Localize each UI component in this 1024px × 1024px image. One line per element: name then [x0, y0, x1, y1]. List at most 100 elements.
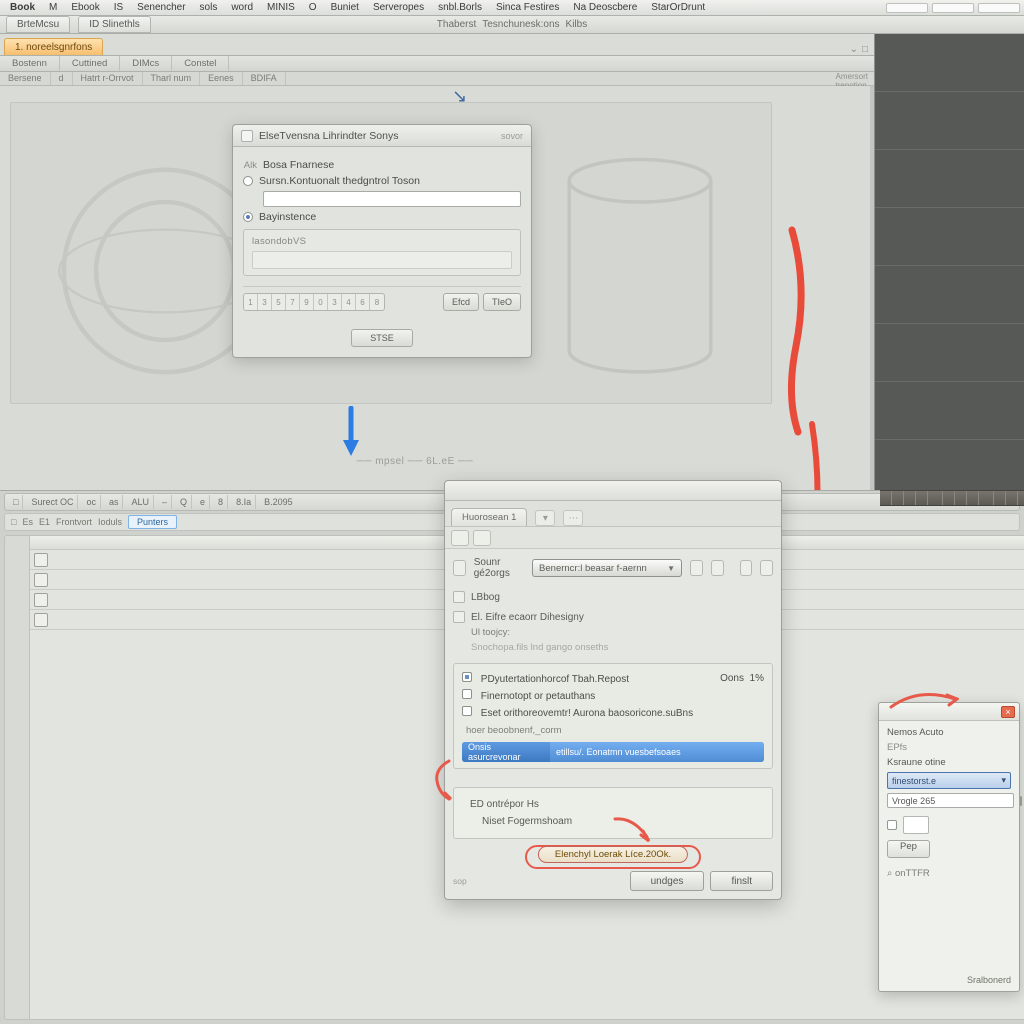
props-apply-button[interactable]: Pep — [887, 840, 930, 858]
menu-star[interactable]: StarOrDrunt — [645, 1, 711, 14]
col-2[interactable]: DIMcs — [120, 56, 172, 71]
search-mini[interactable] — [886, 3, 928, 13]
seg-cell[interactable]: 6 — [356, 294, 370, 310]
pick-icon[interactable] — [453, 560, 466, 576]
run-check-1[interactable] — [462, 689, 472, 699]
tb2-item[interactable]: Ioduls — [98, 517, 122, 527]
dialog-settings-titlebar[interactable]: ElseTvensna Lihrindter Sonys sovor — [233, 125, 531, 147]
options-btn-b[interactable]: finslt — [710, 871, 773, 891]
col-0[interactable]: Bostenn — [0, 56, 60, 71]
seg-cell[interactable]: 1 — [244, 294, 258, 310]
props-swatch[interactable] — [903, 816, 929, 834]
dialog-btn-b[interactable]: TIeO — [483, 293, 521, 311]
dialog-options-titlebar[interactable] — [445, 481, 781, 501]
history-button[interactable]: Elenchyl Loerak Líce.20Ok. — [538, 846, 688, 863]
seg-cell[interactable]: 3 — [258, 294, 272, 310]
menu-serveropes[interactable]: Serveropes — [367, 1, 430, 14]
menu-book[interactable]: Book — [4, 1, 41, 14]
tb2-item[interactable]: Es — [22, 517, 33, 527]
run-check-2[interactable] — [462, 706, 472, 716]
seg-cell[interactable]: 5 — [272, 294, 286, 310]
run-selection[interactable]: Onsis asurcrevonar etillsu/. Eonatmn vue… — [462, 742, 764, 762]
dialog-footer-btn[interactable]: STSE — [351, 329, 413, 347]
menu-minis[interactable]: MINIS — [261, 1, 301, 14]
options-tab-0[interactable]: Huorosean 1 — [451, 508, 527, 526]
dark-ruler[interactable] — [880, 490, 1024, 506]
app-tab-b[interactable]: ID Slinethls — [78, 16, 151, 33]
tb2-item[interactable]: Frontvort — [56, 517, 92, 527]
tb-item[interactable]: ALU — [127, 495, 154, 509]
frame-slot[interactable] — [252, 251, 512, 269]
options-tab-more-icon[interactable]: ⋯ — [563, 510, 583, 526]
panel-slot[interactable] — [875, 382, 1024, 440]
seg-cell[interactable]: 9 — [300, 294, 314, 310]
menu-word[interactable]: word — [225, 1, 259, 14]
tb-item[interactable]: B.2095 — [260, 495, 297, 509]
iconbar-icon[interactable] — [473, 530, 491, 546]
dialog-btn-a[interactable]: Efcd — [443, 293, 479, 311]
pick-extra-a-icon[interactable] — [690, 560, 703, 576]
tb-item[interactable]: □ — [9, 495, 23, 509]
panel-slot[interactable] — [875, 34, 1024, 92]
menu-m[interactable]: M — [43, 1, 63, 14]
props-combo[interactable]: finestorst.e ▾ — [887, 772, 1011, 789]
tb-item[interactable]: as — [105, 495, 124, 509]
radio-option-b[interactable] — [243, 176, 253, 186]
pick-right-b-icon[interactable] — [760, 560, 773, 576]
app-tab-a[interactable]: BrteMcsu — [6, 16, 70, 33]
tb-item[interactable]: e — [196, 495, 210, 509]
track-handle-icon[interactable] — [34, 553, 48, 567]
tab-active[interactable]: 1. noreelsgnrfons — [4, 38, 103, 55]
page-segment[interactable]: 1 3 5 7 9 0 3 4 6 8 — [243, 293, 385, 311]
options-tab-add-icon[interactable]: ▾ — [535, 510, 555, 526]
tb-item[interactable]: – — [158, 495, 172, 509]
options-btn-a[interactable]: undges — [630, 871, 705, 891]
props-check-b[interactable] — [887, 820, 897, 830]
pick-right-a-icon[interactable] — [740, 560, 753, 576]
tb-item[interactable]: 8.Ia — [232, 495, 256, 509]
menu-ebook[interactable]: Ebook — [65, 1, 105, 14]
tab-dropdown-icon[interactable]: ⌄ — [850, 44, 858, 55]
tb-item[interactable]: 8 — [214, 495, 228, 509]
seg-cell[interactable]: 3 — [328, 294, 342, 310]
col-1[interactable]: Cuttined — [60, 56, 120, 71]
tb-item[interactable]: oc — [82, 495, 101, 509]
radio-option-c[interactable] — [243, 212, 253, 222]
menu-na[interactable]: Na Deoscbere — [567, 1, 643, 14]
seg-cell[interactable]: 8 — [370, 294, 384, 310]
panel-slot[interactable] — [875, 92, 1024, 150]
panel-slot[interactable] — [875, 208, 1024, 266]
menu-o[interactable]: O — [303, 1, 323, 14]
panel-slot[interactable] — [875, 266, 1024, 324]
menu-buniet[interactable]: Buniet — [325, 1, 365, 14]
pick-combo[interactable]: Benerncr:l beasar f-aernn ▼ — [532, 559, 682, 577]
seg-cell[interactable]: 4 — [342, 294, 356, 310]
tb2-item[interactable]: □ — [11, 517, 16, 527]
track-handle-icon[interactable] — [34, 573, 48, 587]
tb-item[interactable]: Surect OC — [27, 495, 78, 509]
menu-snbl[interactable]: snbl.Borls — [432, 1, 488, 14]
props-field2[interactable] — [887, 793, 1014, 808]
menu-senencher[interactable]: Senencher — [131, 1, 191, 14]
menu-sols[interactable]: sols — [194, 1, 224, 14]
track-gutter[interactable] — [4, 535, 30, 1020]
pick-extra-b-icon[interactable] — [711, 560, 724, 576]
props-check-a[interactable] — [1020, 796, 1022, 806]
menu-sinca[interactable]: Sinca Festires — [490, 1, 565, 14]
panel-slot[interactable] — [875, 150, 1024, 208]
tb-item[interactable]: Q — [176, 495, 192, 509]
track-handle-icon[interactable] — [34, 613, 48, 627]
tab-window-icon[interactable]: □ — [862, 44, 868, 55]
track-handle-icon[interactable] — [34, 593, 48, 607]
panel-slot[interactable] — [875, 324, 1024, 382]
row-b-input[interactable] — [263, 191, 521, 207]
menu-is[interactable]: IS — [108, 1, 129, 14]
close-icon[interactable]: × — [1001, 706, 1015, 718]
col-3[interactable]: Constel — [172, 56, 229, 71]
tb2-item[interactable]: E1 — [39, 517, 50, 527]
seg-cell[interactable]: 7 — [286, 294, 300, 310]
tb2-picked[interactable]: Punters — [128, 515, 177, 529]
iconbar-icon[interactable] — [451, 530, 469, 546]
seg-cell[interactable]: 0 — [314, 294, 328, 310]
run-check-main[interactable] — [462, 672, 472, 682]
